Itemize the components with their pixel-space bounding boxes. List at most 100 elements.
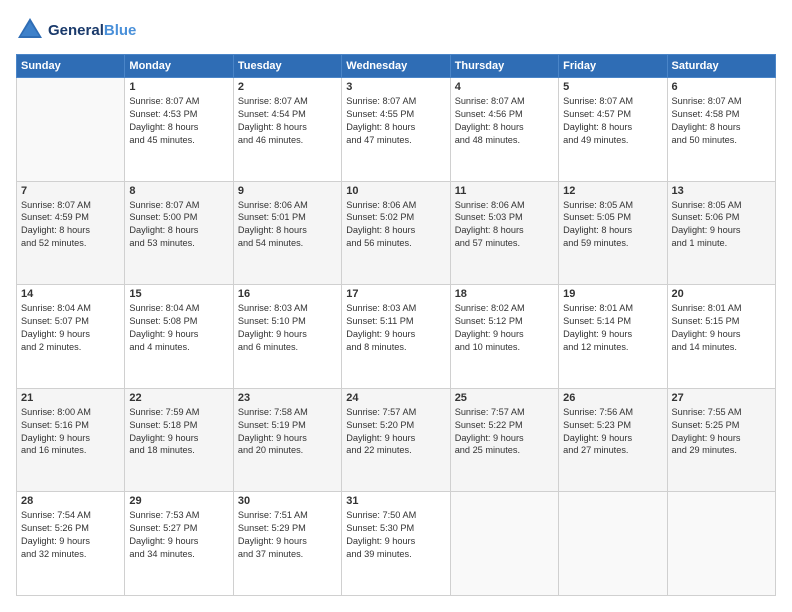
weekday-header-monday: Monday xyxy=(125,55,233,78)
calendar-cell xyxy=(667,492,775,596)
day-number: 26 xyxy=(563,392,662,404)
page: GeneralBlue SundayMondayTuesdayWednesday… xyxy=(0,0,792,612)
weekday-header-tuesday: Tuesday xyxy=(233,55,341,78)
calendar-cell: 12Sunrise: 8:05 AMSunset: 5:05 PMDayligh… xyxy=(559,181,667,285)
day-info: Sunrise: 8:07 AMSunset: 4:57 PMDaylight:… xyxy=(563,95,662,147)
logo: GeneralBlue xyxy=(16,16,136,44)
day-info: Sunrise: 7:54 AMSunset: 5:26 PMDaylight:… xyxy=(21,509,120,561)
calendar-cell: 27 Sunrise: 7:55 AMSunset: 5:25 PMDayligh… xyxy=(667,388,775,492)
day-info: Sunrise: 8:00 AMSunset: 5:16 PMDaylight:… xyxy=(21,406,120,458)
day-info: Sunrise: 8:07 AMSunset: 5:00 PMDaylight:… xyxy=(129,199,228,251)
day-number: 9 xyxy=(238,185,337,197)
calendar-cell: 3 Sunrise: 8:07 AMSunset: 4:55 PMDaylight… xyxy=(342,78,450,182)
weekday-header-sunday: Sunday xyxy=(17,55,125,78)
calendar-cell: 30Sunrise: 7:51 AMSunset: 5:29 PMDayligh… xyxy=(233,492,341,596)
weekday-header-wednesday: Wednesday xyxy=(342,55,450,78)
calendar-cell: 17Sunrise: 8:03 AMSunset: 5:11 PMDayligh… xyxy=(342,285,450,389)
day-info: Sunrise: 7:55 AMSunset: 5:25 PMDaylight:… xyxy=(672,406,771,458)
day-info: Sunrise: 8:07 AMSunset: 4:55 PMDaylight:… xyxy=(346,95,445,147)
logo-text: GeneralBlue xyxy=(48,22,136,39)
weekday-header-thursday: Thursday xyxy=(450,55,558,78)
calendar-cell: 6 Sunrise: 8:07 AMSunset: 4:58 PMDaylight… xyxy=(667,78,775,182)
header: GeneralBlue xyxy=(16,16,776,44)
day-info: Sunrise: 8:07 AMSunset: 4:59 PMDaylight:… xyxy=(21,199,120,251)
day-number: 15 xyxy=(129,288,228,300)
day-info: Sunrise: 7:56 AMSunset: 5:23 PMDaylight:… xyxy=(563,406,662,458)
day-info: Sunrise: 8:05 AMSunset: 5:06 PMDaylight:… xyxy=(672,199,771,251)
calendar-cell: 13 Sunrise: 8:05 AMSunset: 5:06 PMDayligh… xyxy=(667,181,775,285)
calendar-cell: 25 Sunrise: 7:57 AMSunset: 5:22 PMDayligh… xyxy=(450,388,558,492)
calendar-cell: 19Sunrise: 8:01 AMSunset: 5:14 PMDayligh… xyxy=(559,285,667,389)
day-number: 31 xyxy=(346,495,445,507)
day-info: Sunrise: 7:58 AMSunset: 5:19 PMDaylight:… xyxy=(238,406,337,458)
weekday-header-row: SundayMondayTuesdayWednesdayThursdayFrid… xyxy=(17,55,776,78)
weekday-header-saturday: Saturday xyxy=(667,55,775,78)
day-number: 1 xyxy=(129,81,228,93)
day-info: Sunrise: 7:59 AMSunset: 5:18 PMDaylight:… xyxy=(129,406,228,458)
calendar-cell: 16 Sunrise: 8:03 AMSunset: 5:10 PMDayligh… xyxy=(233,285,341,389)
week-row-4: 28Sunrise: 7:54 AMSunset: 5:26 PMDayligh… xyxy=(17,492,776,596)
calendar-cell: 29 Sunrise: 7:53 AMSunset: 5:27 PMDayligh… xyxy=(125,492,233,596)
day-number: 16 xyxy=(238,288,337,300)
day-number: 29 xyxy=(129,495,228,507)
day-info: Sunrise: 8:06 AMSunset: 5:03 PMDaylight:… xyxy=(455,199,554,251)
calendar-cell: 9Sunrise: 8:06 AMSunset: 5:01 PMDaylight… xyxy=(233,181,341,285)
day-info: Sunrise: 7:53 AMSunset: 5:27 PMDaylight:… xyxy=(129,509,228,561)
day-number: 23 xyxy=(238,392,337,404)
day-number: 18 xyxy=(455,288,554,300)
day-info: Sunrise: 8:02 AMSunset: 5:12 PMDaylight:… xyxy=(455,302,554,354)
day-info: Sunrise: 7:57 AMSunset: 5:22 PMDaylight:… xyxy=(455,406,554,458)
day-number: 3 xyxy=(346,81,445,93)
day-number: 21 xyxy=(21,392,120,404)
day-number: 4 xyxy=(455,81,554,93)
week-row-2: 14Sunrise: 8:04 AMSunset: 5:07 PMDayligh… xyxy=(17,285,776,389)
calendar-cell: 11 Sunrise: 8:06 AMSunset: 5:03 PMDayligh… xyxy=(450,181,558,285)
day-number: 6 xyxy=(672,81,771,93)
day-number: 13 xyxy=(672,185,771,197)
calendar-cell: 8 Sunrise: 8:07 AMSunset: 5:00 PMDaylight… xyxy=(125,181,233,285)
day-info: Sunrise: 8:07 AMSunset: 4:56 PMDaylight:… xyxy=(455,95,554,147)
weekday-header-friday: Friday xyxy=(559,55,667,78)
calendar-cell: 7 Sunrise: 8:07 AMSunset: 4:59 PMDaylight… xyxy=(17,181,125,285)
week-row-0: 1 Sunrise: 8:07 AMSunset: 4:53 PMDaylight… xyxy=(17,78,776,182)
week-row-1: 7 Sunrise: 8:07 AMSunset: 4:59 PMDaylight… xyxy=(17,181,776,285)
day-info: Sunrise: 8:01 AMSunset: 5:14 PMDaylight:… xyxy=(563,302,662,354)
calendar-cell xyxy=(559,492,667,596)
calendar-cell: 28Sunrise: 7:54 AMSunset: 5:26 PMDayligh… xyxy=(17,492,125,596)
day-info: Sunrise: 8:07 AMSunset: 4:54 PMDaylight:… xyxy=(238,95,337,147)
day-number: 10 xyxy=(346,185,445,197)
day-info: Sunrise: 8:07 AMSunset: 4:53 PMDaylight:… xyxy=(129,95,228,147)
day-number: 20 xyxy=(672,288,771,300)
day-number: 2 xyxy=(238,81,337,93)
calendar-cell: 23 Sunrise: 7:58 AMSunset: 5:19 PMDayligh… xyxy=(233,388,341,492)
day-info: Sunrise: 8:03 AMSunset: 5:10 PMDaylight:… xyxy=(238,302,337,354)
day-info: Sunrise: 7:50 AMSunset: 5:30 PMDaylight:… xyxy=(346,509,445,561)
day-number: 17 xyxy=(346,288,445,300)
calendar-cell: 26 Sunrise: 7:56 AMSunset: 5:23 PMDayligh… xyxy=(559,388,667,492)
logo-icon xyxy=(16,16,44,44)
day-number: 25 xyxy=(455,392,554,404)
day-number: 27 xyxy=(672,392,771,404)
day-number: 22 xyxy=(129,392,228,404)
calendar-cell: 1 Sunrise: 8:07 AMSunset: 4:53 PMDaylight… xyxy=(125,78,233,182)
day-info: Sunrise: 7:57 AMSunset: 5:20 PMDaylight:… xyxy=(346,406,445,458)
day-number: 8 xyxy=(129,185,228,197)
calendar-cell: 31 Sunrise: 7:50 AMSunset: 5:30 PMDayligh… xyxy=(342,492,450,596)
day-number: 5 xyxy=(563,81,662,93)
calendar-cell: 4 Sunrise: 8:07 AMSunset: 4:56 PMDaylight… xyxy=(450,78,558,182)
day-number: 11 xyxy=(455,185,554,197)
calendar-cell: 10Sunrise: 8:06 AMSunset: 5:02 PMDayligh… xyxy=(342,181,450,285)
calendar-cell: 15 Sunrise: 8:04 AMSunset: 5:08 PMDayligh… xyxy=(125,285,233,389)
day-info: Sunrise: 8:04 AMSunset: 5:07 PMDaylight:… xyxy=(21,302,120,354)
calendar-cell xyxy=(17,78,125,182)
day-number: 24 xyxy=(346,392,445,404)
day-number: 7 xyxy=(21,185,120,197)
day-info: Sunrise: 8:04 AMSunset: 5:08 PMDaylight:… xyxy=(129,302,228,354)
calendar-cell: 2 Sunrise: 8:07 AMSunset: 4:54 PMDaylight… xyxy=(233,78,341,182)
calendar-cell: 21 Sunrise: 8:00 AMSunset: 5:16 PMDayligh… xyxy=(17,388,125,492)
calendar-cell xyxy=(450,492,558,596)
day-number: 30 xyxy=(238,495,337,507)
calendar-cell: 5 Sunrise: 8:07 AMSunset: 4:57 PMDaylight… xyxy=(559,78,667,182)
calendar-cell: 20Sunrise: 8:01 AMSunset: 5:15 PMDayligh… xyxy=(667,285,775,389)
day-info: Sunrise: 8:07 AMSunset: 4:58 PMDaylight:… xyxy=(672,95,771,147)
